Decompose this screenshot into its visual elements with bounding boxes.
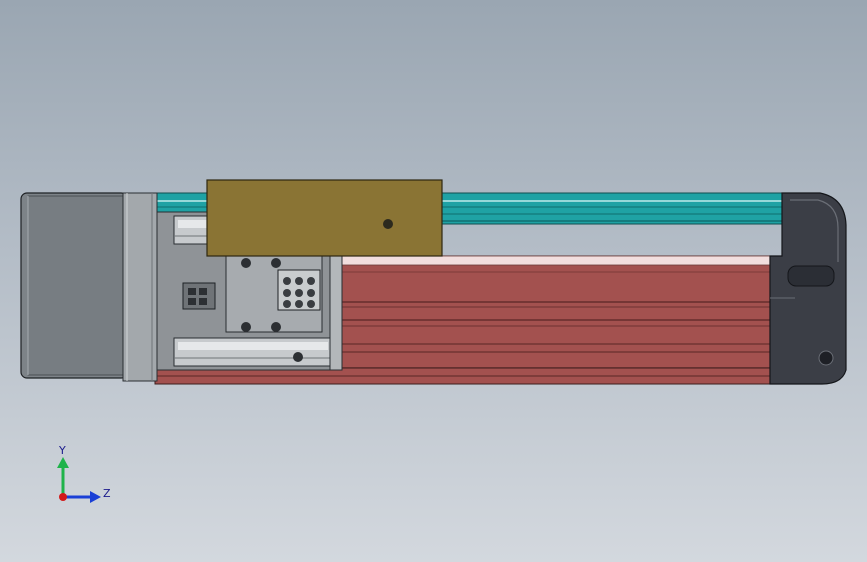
y-axis-arrow xyxy=(57,457,69,468)
end-cap[interactable] xyxy=(769,192,847,385)
assembly-drawing: Y Z xyxy=(20,179,847,503)
z-axis-arrow xyxy=(90,491,101,503)
y-axis-label: Y xyxy=(58,444,66,457)
z-axis-label: Z xyxy=(103,487,111,500)
motor-flange[interactable] xyxy=(122,192,158,382)
carriage-plate[interactable] xyxy=(206,179,443,257)
x-axis-dot xyxy=(59,493,67,501)
servo-motor[interactable] xyxy=(20,192,128,379)
cad-viewport[interactable]: Y Z xyxy=(0,0,867,562)
coordinate-triad: Y Z xyxy=(57,444,111,503)
